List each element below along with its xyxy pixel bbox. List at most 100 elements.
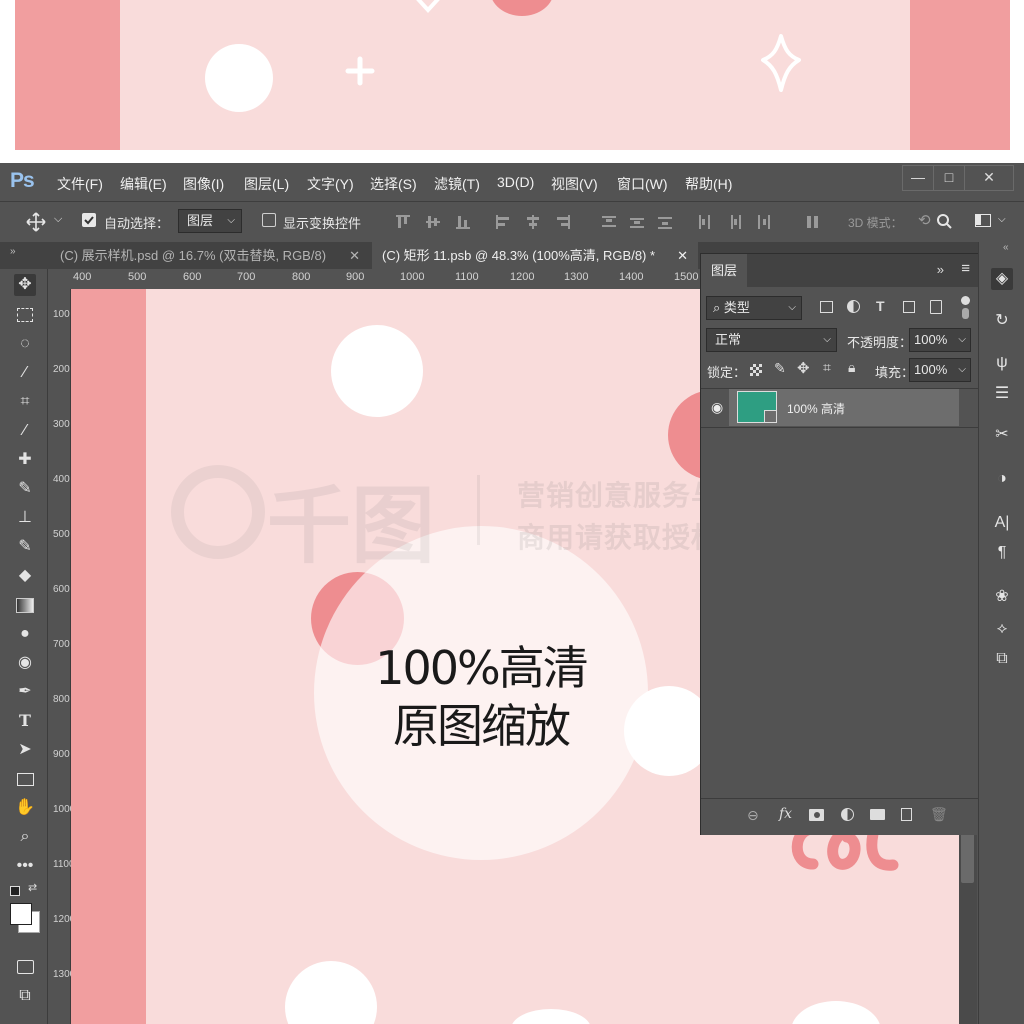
menu-filter[interactable]: 滤镜(T) — [434, 174, 480, 194]
menu-help[interactable]: 帮助(H) — [685, 174, 732, 194]
auto-align-layers-icon[interactable] — [806, 215, 820, 229]
collapse-panel-icon[interactable]: » — [937, 262, 944, 277]
filter-toggle-icon[interactable] — [961, 296, 970, 305]
menu-image[interactable]: 图像(I) — [183, 174, 224, 194]
new-layer-icon[interactable] — [901, 808, 912, 821]
fx-icon[interactable]: fx — [779, 806, 792, 822]
visibility-eye-icon[interactable]: ◉ — [711, 399, 723, 416]
filter-smart-object-icon[interactable] — [930, 300, 942, 314]
align-horizontal-centers-icon[interactable] — [526, 215, 540, 229]
search-icon[interactable] — [936, 213, 952, 229]
auto-select-checkbox[interactable] — [82, 213, 96, 227]
menu-3d[interactable]: 3D(D) — [497, 174, 534, 190]
tab-rectangle-11[interactable]: (C) 矩形 11.psb @ 48.3% (100%高清, RGB/8) * … — [372, 242, 698, 269]
crop-tool-icon[interactable]: ⌗ — [14, 391, 36, 413]
filter-adjustment-icon[interactable] — [847, 300, 860, 313]
paths-icon[interactable]: ⟡ — [991, 618, 1013, 640]
close-icon[interactable]: ✕ — [349, 242, 360, 269]
expand-dock-icon[interactable]: « — [1003, 242, 1009, 253]
adjustments-icon[interactable]: ◑ — [991, 468, 1013, 490]
distribute-bottom-icon[interactable] — [658, 215, 672, 229]
align-vertical-centers-icon[interactable] — [426, 215, 440, 229]
menu-select[interactable]: 选择(S) — [370, 174, 417, 194]
maximize-button[interactable]: □ — [933, 165, 965, 191]
marquee-tool-icon[interactable] — [14, 304, 36, 326]
panel-menu-icon[interactable]: ≡ — [961, 260, 970, 277]
pen-tool-icon[interactable]: ✒ — [14, 681, 36, 703]
close-icon[interactable]: ✕ — [677, 242, 688, 269]
move-tool-icon[interactable]: ✥ — [14, 274, 36, 296]
tool-preset-chevron-icon[interactable]: ⌵ — [54, 213, 62, 226]
move-tool-icon[interactable] — [26, 212, 46, 232]
lock-move-icon[interactable]: ✥ — [797, 359, 810, 377]
align-left-edges-icon[interactable] — [496, 215, 510, 229]
menu-edit[interactable]: 编辑(E) — [120, 174, 167, 194]
filter-pixel-icon[interactable] — [820, 301, 833, 313]
gradient-tool-icon[interactable] — [14, 594, 36, 616]
filter-shape-icon[interactable] — [903, 301, 915, 313]
paragraph-panel-icon[interactable]: ¶ — [991, 542, 1013, 564]
dodge-tool-icon[interactable]: ◉ — [14, 652, 36, 674]
blend-mode-dropdown[interactable]: 正常 ⌵ — [706, 328, 837, 352]
lock-paint-icon[interactable]: ✎ — [774, 360, 786, 377]
vertical-scrollbar[interactable] — [959, 833, 977, 1024]
path-selection-icon[interactable]: ➤ — [14, 739, 36, 761]
channels-icon[interactable]: ❀ — [991, 586, 1013, 608]
quick-mask-icon[interactable] — [14, 956, 36, 978]
more-tools-icon[interactable]: ••• — [14, 855, 36, 877]
layers-tab[interactable]: 图层 — [701, 254, 747, 287]
healing-brush-icon[interactable]: ✚ — [14, 449, 36, 471]
filter-toggle-switch[interactable] — [962, 308, 969, 319]
zoom-tool-icon[interactable]: ⌕ — [14, 826, 36, 848]
auto-select-target-dropdown[interactable]: 图层 ⌵ — [178, 209, 242, 233]
3d-orbit-icon[interactable]: ⟲ — [918, 211, 931, 229]
eraser-tool-icon[interactable]: ◆ — [14, 565, 36, 587]
align-right-edges-icon[interactable] — [556, 215, 570, 229]
lock-transparent-icon[interactable] — [750, 364, 762, 376]
close-window-button[interactable]: ✕ — [964, 165, 1014, 191]
menu-view[interactable]: 视图(V) — [551, 174, 598, 194]
menu-file[interactable]: 文件(F) — [57, 174, 103, 194]
foreground-color-swatch[interactable] — [10, 903, 32, 925]
character-panel-icon[interactable]: A| — [991, 512, 1013, 534]
layer-row[interactable]: ◉ 100% 高清 — [701, 388, 978, 428]
new-group-icon[interactable] — [870, 809, 885, 820]
distribute-left-icon[interactable] — [698, 215, 712, 229]
add-mask-icon[interactable] — [809, 809, 824, 821]
distribute-top-icon[interactable] — [602, 215, 616, 229]
align-top-edges-icon[interactable] — [396, 215, 410, 229]
workspace-chevron-icon[interactable]: ⌵ — [998, 214, 1006, 225]
adjustment-layer-icon[interactable] — [841, 808, 854, 821]
default-colors-icon[interactable] — [10, 886, 20, 896]
layer-name[interactable]: 100% 高清 — [787, 400, 845, 417]
scrollbar-thumb[interactable] — [961, 833, 974, 883]
opacity-input[interactable]: 100% ⌵ — [909, 328, 971, 352]
layer-filter-dropdown[interactable]: ⌕ 类型 ⌵ — [706, 296, 802, 320]
clone-stamp-icon[interactable]: ⊥ — [14, 507, 36, 529]
tools-options-icon[interactable]: ✂ — [991, 424, 1013, 446]
magic-wand-icon[interactable]: ⁄ — [14, 362, 36, 384]
properties-icon[interactable]: ☰ — [991, 383, 1013, 405]
swap-colors-icon[interactable]: ⇄ — [28, 881, 37, 894]
link-layers-icon[interactable]: ⊖ — [747, 807, 759, 824]
menu-layer[interactable]: 图层(L) — [244, 174, 289, 194]
distribute-horizontal-centers-icon[interactable] — [728, 215, 742, 229]
tab-showcase-mockup[interactable]: (C) 展示样机.psd @ 16.7% (双击替换, RGB/8) ✕ — [50, 242, 372, 269]
distribute-right-icon[interactable] — [756, 215, 770, 229]
align-bottom-edges-icon[interactable] — [456, 215, 470, 229]
blur-tool-icon[interactable]: ● — [14, 623, 36, 645]
workspace-icon[interactable] — [975, 214, 991, 227]
menu-type[interactable]: 文字(Y) — [307, 174, 354, 194]
type-tool-icon[interactable]: T — [14, 710, 36, 732]
lock-all-icon[interactable]: 🔒︎ — [848, 359, 855, 376]
distribute-vertical-centers-icon[interactable] — [630, 215, 644, 229]
show-transform-checkbox[interactable] — [262, 213, 276, 227]
eyedropper-icon[interactable]: ⁄ — [14, 420, 36, 442]
menu-window[interactable]: 窗口(W) — [617, 174, 668, 194]
hand-tool-icon[interactable]: ✋ — [14, 797, 36, 819]
filter-type-icon[interactable]: T — [876, 298, 885, 314]
fill-input[interactable]: 100% ⌵ — [909, 358, 971, 382]
history-brush-icon[interactable]: ✎ — [14, 536, 36, 558]
brush-presets-icon[interactable]: ψ — [991, 352, 1013, 374]
screen-mode-icon[interactable]: ⧉ — [14, 985, 36, 1007]
